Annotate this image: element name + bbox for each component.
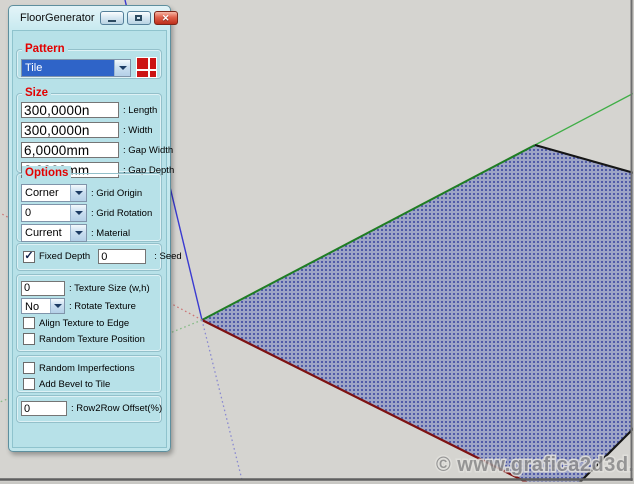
- fixed-depth-label: Fixed Depth: [39, 251, 90, 262]
- grid-origin-label: : Grid Origin: [91, 188, 142, 199]
- gap-width-label: : Gap Width: [123, 145, 173, 156]
- grid-origin-value: Corner: [22, 185, 70, 201]
- align-texture-row: Align Texture to Edge: [23, 315, 157, 331]
- length-input[interactable]: [21, 102, 119, 118]
- window-title: FloorGenerator: [20, 12, 95, 24]
- close-button[interactable]: ✕: [154, 11, 178, 25]
- chevron-down-icon: [119, 66, 127, 70]
- depth-groupbox: ✓ Fixed Depth : Seed: [16, 243, 162, 271]
- seed-label: : Seed: [154, 251, 181, 262]
- width-input[interactable]: [21, 122, 119, 138]
- material-combobox[interactable]: Current: [21, 224, 87, 242]
- texture-size-label: : Texture Size (w,h): [69, 283, 150, 294]
- grid-rotation-value: 0: [22, 205, 70, 221]
- material-label: : Material: [91, 228, 130, 239]
- length-label: : Length: [123, 105, 157, 116]
- minimize-button[interactable]: [100, 11, 124, 25]
- seed-input[interactable]: [98, 249, 146, 264]
- maximize-icon: [135, 15, 142, 21]
- texture-groupbox: : Texture Size (w,h) No : Rotate Texture…: [16, 274, 162, 352]
- grid-rotation-combobox[interactable]: 0: [21, 204, 87, 222]
- fixed-depth-checkbox[interactable]: ✓: [23, 251, 35, 263]
- rotate-texture-label: : Rotate Texture: [69, 301, 136, 312]
- material-value: Current: [22, 225, 70, 241]
- row2row-offset-input[interactable]: [21, 401, 67, 416]
- gap-width-input[interactable]: [21, 142, 119, 158]
- rotate-texture-combobox[interactable]: No: [21, 298, 65, 314]
- close-icon: ✕: [162, 14, 170, 23]
- random-imperfections-label: Random Imperfections: [39, 363, 135, 374]
- grid-rotation-row: 0 : Grid Rotation: [21, 203, 157, 223]
- material-combobox-button[interactable]: [70, 225, 86, 241]
- size-groupbox: Size : Length : Width : Gap Width : Gap …: [16, 93, 162, 173]
- floorgenerator-window: FloorGenerator ✕ Pattern Tile: [8, 5, 171, 452]
- pattern-combobox-button[interactable]: [114, 60, 130, 76]
- row2row-groupbox: : Row2Row Offset(%): [16, 395, 162, 423]
- rotate-texture-combobox-button[interactable]: [50, 299, 64, 313]
- add-bevel-checkbox[interactable]: [23, 378, 35, 390]
- grid-rotation-label: : Grid Rotation: [91, 208, 152, 219]
- random-texture-checkbox[interactable]: [23, 333, 35, 345]
- window-buttons: ✕: [100, 11, 178, 25]
- rotate-texture-row: No : Rotate Texture: [21, 297, 157, 315]
- watermark: © www.grafica2d3d.com: [436, 454, 634, 476]
- check-icon: ✓: [24, 251, 33, 262]
- chevron-down-icon: [75, 191, 83, 195]
- tile-pattern-icon: [136, 57, 157, 78]
- gap-width-row: : Gap Width: [21, 140, 157, 160]
- titlebar[interactable]: FloorGenerator ✕: [9, 6, 170, 30]
- dialog-client-area: Pattern Tile Size: [12, 30, 167, 448]
- width-row: : Width: [21, 120, 157, 140]
- grid-origin-combobox[interactable]: Corner: [21, 184, 87, 202]
- screenshot-root: © www.grafica2d3d.com FloorGenerator ✕ P…: [0, 0, 634, 484]
- random-texture-row: Random Texture Position: [23, 331, 157, 347]
- align-texture-checkbox[interactable]: [23, 317, 35, 329]
- align-texture-label: Align Texture to Edge: [39, 318, 129, 329]
- row2row-offset-label: : Row2Row Offset(%): [71, 403, 162, 414]
- add-bevel-label: Add Bevel to Tile: [39, 379, 110, 390]
- grid-origin-row: Corner : Grid Origin: [21, 183, 157, 203]
- grid-origin-combobox-button[interactable]: [70, 185, 86, 201]
- chevron-down-icon: [75, 211, 83, 215]
- pattern-combobox-value: Tile: [22, 60, 114, 76]
- texture-size-input[interactable]: [21, 281, 65, 296]
- pattern-combobox[interactable]: Tile: [21, 59, 131, 77]
- material-row: Current : Material: [21, 223, 157, 243]
- options-legend: Options: [22, 166, 71, 180]
- minimize-icon: [108, 20, 116, 22]
- texture-size-row: : Texture Size (w,h): [21, 279, 157, 297]
- add-bevel-row: Add Bevel to Tile: [23, 376, 157, 392]
- rotate-texture-value: No: [22, 299, 50, 313]
- maximize-button[interactable]: [127, 11, 151, 25]
- pattern-groupbox: Pattern Tile: [16, 49, 162, 79]
- imperfections-groupbox: Random Imperfections Add Bevel to Tile: [16, 355, 162, 393]
- size-legend: Size: [22, 86, 51, 100]
- length-row: : Length: [21, 100, 157, 120]
- random-texture-label: Random Texture Position: [39, 334, 145, 345]
- chevron-down-icon: [54, 304, 62, 308]
- random-imperfections-row: Random Imperfections: [23, 360, 157, 376]
- random-imperfections-checkbox[interactable]: [23, 362, 35, 374]
- grid-rotation-combobox-button[interactable]: [70, 205, 86, 221]
- width-label: : Width: [123, 125, 153, 136]
- pattern-legend: Pattern: [22, 42, 68, 56]
- chevron-down-icon: [75, 231, 83, 235]
- options-groupbox: Options Corner : Grid Origin 0 : Grid Ro…: [16, 173, 162, 242]
